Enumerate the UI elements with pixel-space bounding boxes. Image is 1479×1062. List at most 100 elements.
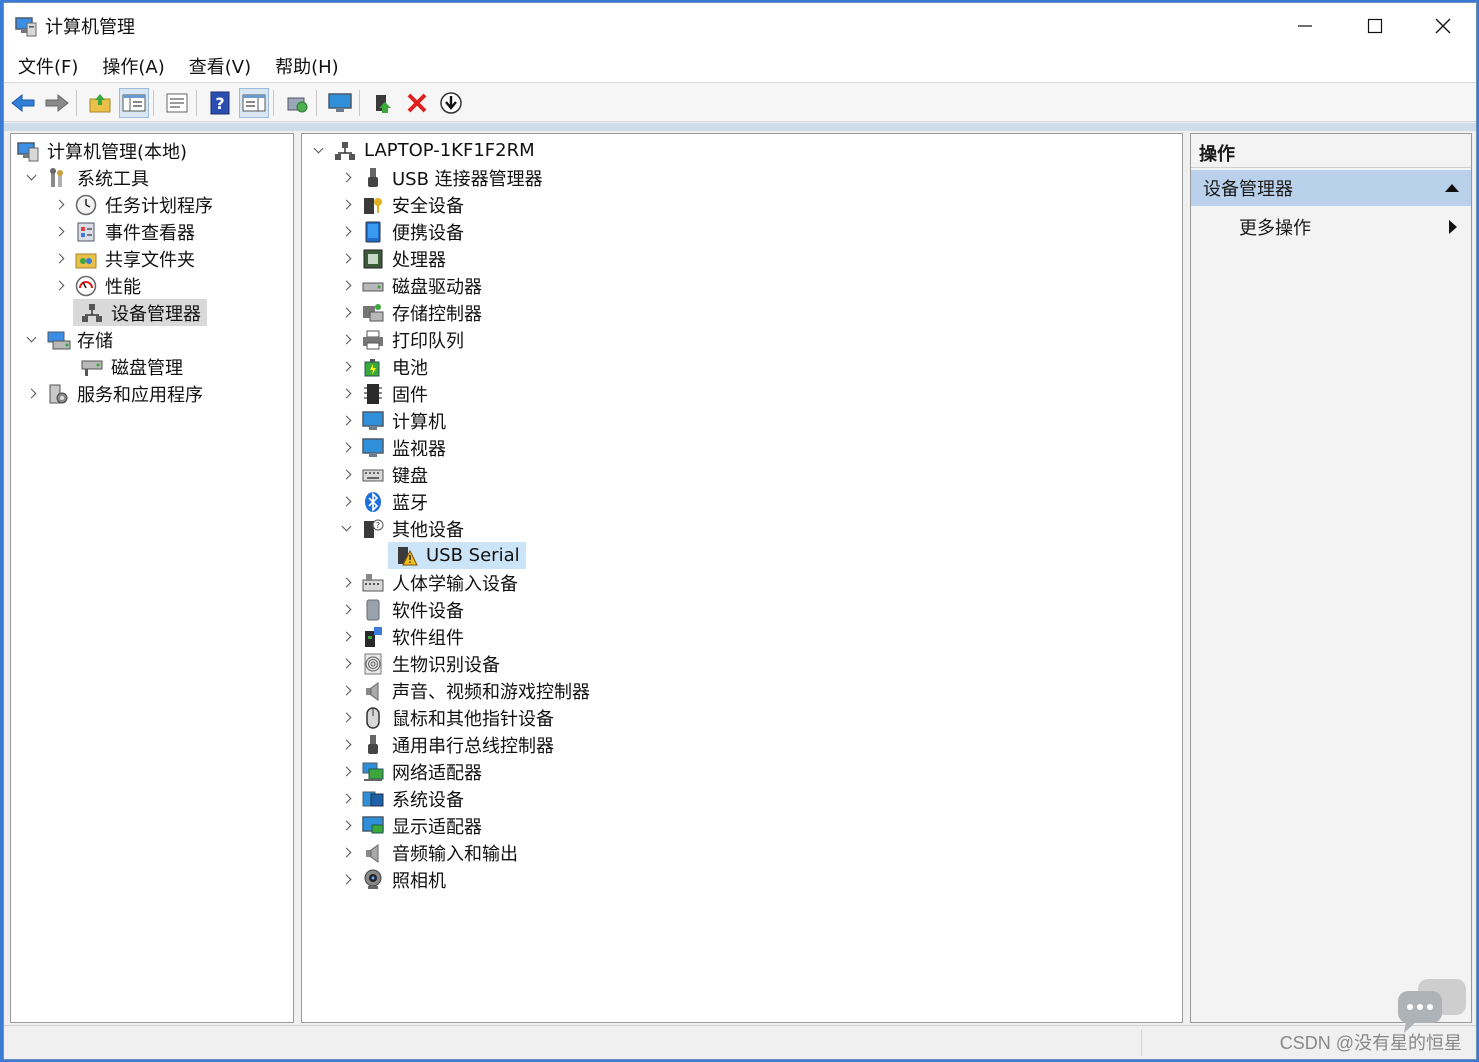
- device-tree-pane[interactable]: LAPTOP-1KF1F2RM USB 连接器管理器 安全设备 便携设备 处理器 磁盘驱…: [301, 133, 1183, 1023]
- menu-action[interactable]: 操作(A): [102, 53, 164, 79]
- device-category-item[interactable]: 计算机: [340, 407, 446, 434]
- menu-view[interactable]: 查看(V): [189, 53, 251, 79]
- chevron-right-icon[interactable]: [53, 252, 67, 266]
- chevron-right-icon[interactable]: [340, 792, 354, 806]
- device-category-item[interactable]: 网络适配器: [340, 758, 482, 785]
- device-category-item[interactable]: 蓝牙: [340, 488, 428, 515]
- chevron-right-icon[interactable]: [53, 279, 67, 293]
- chevron-down-icon[interactable]: [340, 522, 354, 536]
- chevron-right-icon[interactable]: [340, 657, 354, 671]
- title-bar[interactable]: 计算机管理: [4, 3, 1476, 49]
- update-driver-button[interactable]: [368, 88, 398, 118]
- update-driver-icon: [376, 94, 391, 113]
- back-button[interactable]: [8, 88, 38, 118]
- device-category-item[interactable]: 处理器: [340, 245, 446, 272]
- device-category-item[interactable]: 生物识别设备: [340, 650, 500, 677]
- toolbar-separator: [359, 89, 360, 116]
- maximize-button[interactable]: [1340, 3, 1410, 49]
- tree-item-task-scheduler[interactable]: 任务计划程序: [53, 191, 213, 218]
- chevron-right-icon[interactable]: [53, 225, 67, 239]
- chat-bubble-icon[interactable]: [1396, 977, 1468, 1035]
- minimize-button[interactable]: [1270, 3, 1340, 49]
- chevron-right-icon[interactable]: [340, 819, 354, 833]
- help-button[interactable]: ?: [205, 88, 235, 118]
- chevron-right-icon[interactable]: [340, 846, 354, 860]
- chevron-right-icon[interactable]: [340, 252, 354, 266]
- tree-item-performance[interactable]: 性能: [53, 272, 141, 299]
- show-tree-button[interactable]: [119, 87, 149, 118]
- device-category-item[interactable]: 鼠标和其他指针设备: [340, 704, 554, 731]
- more-actions-item[interactable]: 更多操作: [1191, 210, 1471, 244]
- actions-section-device-manager[interactable]: 设备管理器: [1191, 170, 1471, 206]
- download-button[interactable]: [436, 88, 466, 118]
- chevron-right-icon[interactable]: [340, 360, 354, 374]
- device-category-item[interactable]: 键盘: [340, 461, 428, 488]
- device-category-item[interactable]: 系统设备: [340, 785, 464, 812]
- tree-item-device-manager[interactable]: 设备管理器: [73, 299, 207, 326]
- device-category-item[interactable]: 监视器: [340, 434, 446, 461]
- chevron-right-icon[interactable]: [340, 171, 354, 185]
- chevron-down-icon[interactable]: [25, 171, 39, 185]
- device-category-item[interactable]: 安全设备: [340, 191, 464, 218]
- device-category-item[interactable]: 固件: [340, 380, 428, 407]
- uninstall-button[interactable]: [402, 88, 432, 118]
- chevron-down-icon[interactable]: [312, 144, 326, 158]
- device-category-item[interactable]: 音频输入和输出: [340, 839, 518, 866]
- tree-item-computer-management[interactable]: 计算机管理(本地): [15, 137, 187, 164]
- menu-help[interactable]: 帮助(H): [275, 53, 339, 79]
- chevron-right-icon[interactable]: [53, 198, 67, 212]
- display-button[interactable]: [325, 88, 355, 118]
- chevron-right-icon[interactable]: [340, 495, 354, 509]
- collapse-up-icon[interactable]: [1445, 184, 1459, 192]
- chevron-right-icon[interactable]: [340, 333, 354, 347]
- device-category-item[interactable]: 打印队列: [340, 326, 464, 353]
- device-category-child[interactable]: USB Serial: [388, 542, 526, 569]
- device-category-item[interactable]: 存储控制器: [340, 299, 482, 326]
- device-category-item[interactable]: ? 其他设备: [340, 515, 464, 542]
- chevron-down-icon[interactable]: [25, 333, 39, 347]
- tree-item-system-tools[interactable]: 系统工具: [25, 164, 149, 191]
- chevron-right-icon[interactable]: [340, 225, 354, 239]
- tree-item-storage[interactable]: 存储: [25, 326, 113, 353]
- chevron-right-icon[interactable]: [340, 603, 354, 617]
- up-folder-button[interactable]: [85, 88, 115, 118]
- chevron-right-icon[interactable]: [340, 306, 354, 320]
- chevron-right-icon[interactable]: [340, 414, 354, 428]
- chevron-right-icon[interactable]: [340, 441, 354, 455]
- chevron-right-icon[interactable]: [340, 684, 354, 698]
- navigation-tree-pane[interactable]: 计算机管理(本地) 系统工具 任务计划程序 事件查看器 共享文件夹 性能 设备管…: [10, 133, 294, 1023]
- properties-button[interactable]: [162, 88, 192, 118]
- tree-item-disk-management[interactable]: 磁盘管理: [73, 353, 183, 380]
- chevron-right-icon[interactable]: [340, 279, 354, 293]
- chevron-right-icon[interactable]: [340, 468, 354, 482]
- chevron-right-icon[interactable]: [25, 387, 39, 401]
- chevron-right-icon[interactable]: [340, 873, 354, 887]
- device-category-item[interactable]: USB 连接器管理器: [340, 164, 543, 191]
- device-category-item[interactable]: 声音、视频和游戏控制器: [340, 677, 590, 704]
- scan-hardware-button[interactable]: [282, 88, 312, 118]
- device-category-item[interactable]: 显示适配器: [340, 812, 482, 839]
- forward-button[interactable]: [42, 88, 72, 118]
- view-button[interactable]: [239, 87, 269, 118]
- device-category-item[interactable]: 通用串行总线控制器: [340, 731, 554, 758]
- tree-item-services-applications[interactable]: 服务和应用程序: [25, 380, 203, 407]
- chevron-right-icon[interactable]: [340, 576, 354, 590]
- device-category-item[interactable]: 便携设备: [340, 218, 464, 245]
- tree-item-shared-folders[interactable]: 共享文件夹: [53, 245, 195, 272]
- device-category-item[interactable]: 电池: [340, 353, 428, 380]
- device-root[interactable]: LAPTOP-1KF1F2RM: [312, 137, 535, 164]
- chevron-right-icon[interactable]: [340, 198, 354, 212]
- chevron-right-icon[interactable]: [340, 387, 354, 401]
- chevron-right-icon[interactable]: [340, 738, 354, 752]
- device-category-item[interactable]: 磁盘驱动器: [340, 272, 482, 299]
- chevron-right-icon[interactable]: [340, 711, 354, 725]
- tree-item-event-viewer[interactable]: 事件查看器: [53, 218, 195, 245]
- chevron-right-icon[interactable]: [340, 630, 354, 644]
- device-category-item[interactable]: 人体学输入设备: [340, 569, 518, 596]
- chevron-right-icon[interactable]: [340, 765, 354, 779]
- device-category-item[interactable]: 照相机: [340, 866, 446, 893]
- device-category-item[interactable]: 软件设备: [340, 596, 464, 623]
- device-category-item[interactable]: 软件组件: [340, 623, 464, 650]
- close-button[interactable]: [1408, 3, 1478, 49]
- menu-file[interactable]: 文件(F): [18, 53, 78, 79]
